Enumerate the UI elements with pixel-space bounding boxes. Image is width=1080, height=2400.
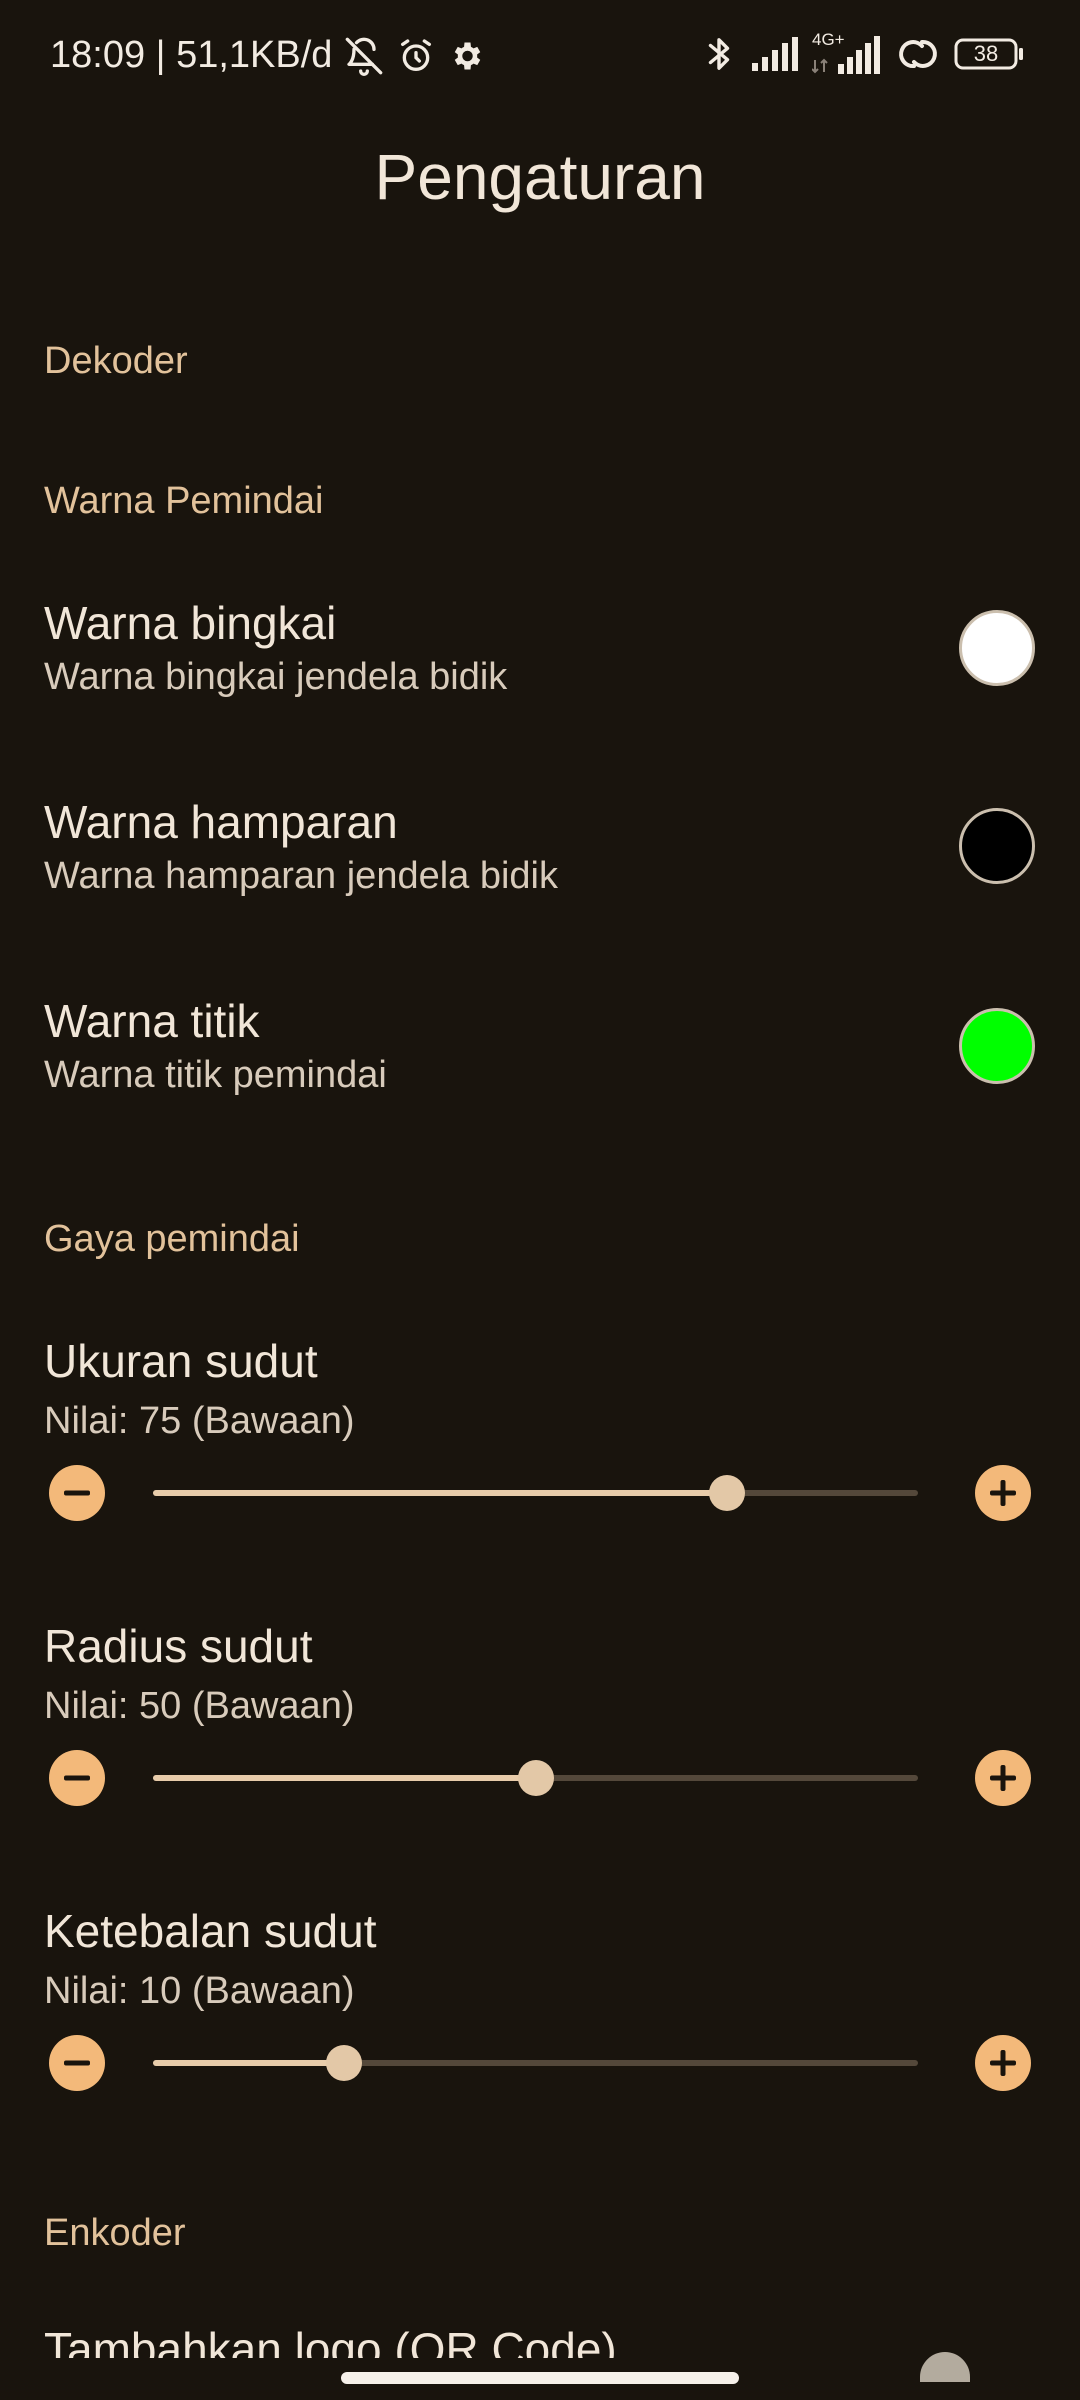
corner-radius-increase-button[interactable] [975,1750,1031,1806]
gesture-nav-handle[interactable] [341,2372,739,2384]
slider-fill [153,2060,345,2066]
corner-thickness-increase-button[interactable] [975,2035,1031,2091]
minus-icon [64,1775,90,1781]
pref-frame-color-subtitle: Warna bingkai jendela bidik [44,656,508,698]
hotspot-icon [896,36,940,72]
add-logo-toggle[interactable] [920,2352,970,2382]
slider-corner-radius-value: Nilai: 50 (Bawaan) [44,1685,355,1727]
pref-dot-color-title: Warna titik [44,995,260,1047]
corner-radius-slider[interactable] [153,1760,918,1796]
plus-icon [990,1480,1016,1506]
corner-size-increase-button[interactable] [975,1465,1031,1521]
status-left: 18:09 | 51,1KB/d [50,34,484,77]
corner-thickness-slider[interactable] [153,2045,918,2081]
slider-thumb[interactable] [708,1475,745,1511]
status-right: 4G+ 38 [702,30,1024,74]
gear-icon [448,38,484,74]
frame-color-swatch[interactable] [959,610,1035,686]
section-header-scanner-color: Warna Pemindai [44,480,324,522]
slider-corner-thickness-title: Ketebalan sudut [44,1905,377,1957]
corner-size-decrease-button[interactable] [49,1465,105,1521]
overlay-color-swatch[interactable] [959,808,1035,884]
battery-level: 38 [973,41,999,66]
pref-frame-color-title: Warna bingkai [44,597,337,649]
status-time-speed: 18:09 | 51,1KB/d [50,34,333,76]
corner-size-slider[interactable] [153,1475,918,1511]
signal-4g-icon: 4G+ [812,30,882,74]
page-title: Pengaturan [374,141,706,213]
section-header-encoder: Enkoder [44,2212,186,2254]
pref-overlay-color-subtitle: Warna hamparan jendela bidik [44,855,559,897]
pref-overlay-color-title: Warna hamparan [44,796,398,848]
plus-icon [990,1765,1016,1791]
plus-icon [990,2050,1016,2076]
bell-off-icon [344,36,384,76]
signal-icon [750,37,798,71]
corner-thickness-decrease-button[interactable] [49,2035,105,2091]
slider-fill [153,1490,727,1496]
slider-thumb[interactable] [326,2045,363,2081]
slider-corner-thickness-value: Nilai: 10 (Bawaan) [44,1970,355,2012]
slider-fill [153,1775,536,1781]
corner-radius-decrease-button[interactable] [49,1750,105,1806]
section-header-decoder: Dekoder [44,340,188,382]
alarm-icon [396,36,436,76]
slider-corner-size-value: Nilai: 75 (Bawaan) [44,1400,355,1442]
status-bar: 18:09 | 51,1KB/d 4G+ 38 [0,0,1080,120]
slider-corner-size-title: Ukuran sudut [44,1335,318,1387]
pref-dot-color-subtitle: Warna titik pemindai [44,1054,387,1096]
pref-add-logo-title[interactable]: Tambahkan logo (QR Code) [44,2322,617,2358]
settings-screen: 18:09 | 51,1KB/d 4G+ 38 Pengaturan Dekod… [0,0,1080,2400]
dot-color-swatch[interactable] [959,1008,1035,1084]
section-header-scanner-style: Gaya pemindai [44,1218,300,1260]
minus-icon [64,1490,90,1496]
slider-corner-radius-title: Radius sudut [44,1620,313,1672]
slider-thumb[interactable] [517,1760,554,1796]
minus-icon [64,2060,90,2066]
bluetooth-icon [702,34,736,74]
battery-icon: 38 [954,38,1024,70]
